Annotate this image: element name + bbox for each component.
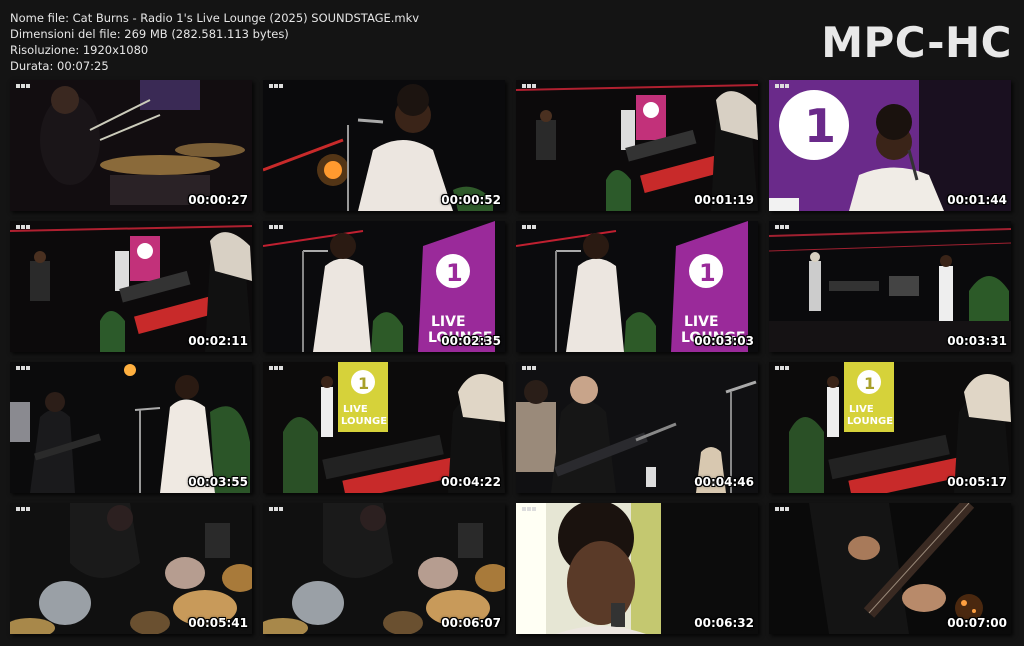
video-thumbnail: 00:06:32 [516,503,758,634]
thumbnail-timestamp: 00:02:35 [441,334,501,348]
bbc-logo-icon [16,225,30,229]
video-thumbnail: 1 LIVE LOUNGE 00:03:03 [516,221,758,352]
thumbnail-timestamp: 00:07:00 [947,616,1007,630]
thumbnail-frame-image [516,362,758,493]
thumbnail-timestamp: 00:05:41 [188,616,248,630]
video-thumbnail: 00:06:07 [263,503,505,634]
svg-text:LIVE: LIVE [431,314,466,330]
thumbnail-timestamp: 00:05:17 [947,475,1007,489]
thumbnail-frame-image [10,221,252,352]
thumbnail-frame-image [769,221,1011,352]
video-thumbnail: 00:02:11 [10,221,252,352]
bbc-logo-icon [16,84,30,88]
svg-text:1: 1 [358,374,369,393]
video-thumbnail: 1 LIVE LOUNGE 00:05:17 [769,362,1011,493]
video-thumbnail: 00:03:55 [10,362,252,493]
thumbnail-frame-image [10,362,252,493]
duration-text: Durata: 00:07:25 [10,59,109,73]
thumbnail-frame-image [263,80,505,211]
thumbnail-frame-image [263,503,505,634]
bbc-logo-icon [269,366,283,370]
thumbnail-grid: 00:00:27 00:00:52 00:01:19 1 00:01:44 00… [10,80,1013,634]
resolution-text: Risoluzione: 1920x1080 [10,43,149,57]
svg-text:LIVE: LIVE [684,314,719,330]
bbc-logo-icon [775,507,789,511]
thumbnail-timestamp: 00:03:31 [947,334,1007,348]
file-name-text: Nome file: Cat Burns - Radio 1's Live Lo… [10,11,420,25]
thumbnail-frame-image [10,80,252,211]
file-info-panel: Nome file: Cat Burns - Radio 1's Live Lo… [10,10,419,74]
thumbnail-timestamp: 00:00:27 [188,193,248,207]
bbc-logo-icon [775,225,789,229]
video-thumbnail: 00:03:31 [769,221,1011,352]
svg-text:LOUNGE: LOUNGE [341,416,387,427]
thumbnail-frame-image [769,503,1011,634]
svg-text:1: 1 [699,259,716,287]
thumbnail-frame-image: 1 LIVE LOUNGE [263,362,505,493]
thumbnail-timestamp: 00:02:11 [188,334,248,348]
thumbnail-timestamp: 00:01:19 [694,193,754,207]
thumbnail-timestamp: 00:06:32 [694,616,754,630]
svg-text:1: 1 [446,259,463,287]
thumbnail-timestamp: 00:00:52 [441,193,501,207]
bbc-logo-icon [269,84,283,88]
video-thumbnail: 00:04:46 [516,362,758,493]
thumbnail-timestamp: 00:04:46 [694,475,754,489]
svg-text:LOUNGE: LOUNGE [847,416,893,427]
video-thumbnail: 1 LIVE LOUNGE 00:04:22 [263,362,505,493]
thumbnail-frame-image: 1 LIVE LOUNGE [769,362,1011,493]
svg-text:LIVE: LIVE [849,404,874,415]
bbc-logo-icon [269,507,283,511]
bbc-logo-icon [522,366,536,370]
thumbnail-frame-image: 1 [769,80,1011,211]
thumbnail-frame-image [10,503,252,634]
svg-text:LIVE: LIVE [343,404,368,415]
thumbnail-timestamp: 00:03:55 [188,475,248,489]
thumbnail-frame-image: 1 LIVE LOUNGE [263,221,505,352]
bbc-logo-icon [775,84,789,88]
bbc-logo-icon [269,225,283,229]
video-thumbnail: 00:00:27 [10,80,252,211]
svg-text:1: 1 [864,374,875,393]
bbc-logo-icon [522,225,536,229]
video-thumbnail: 00:01:19 [516,80,758,211]
thumbnail-timestamp: 00:01:44 [947,193,1007,207]
bbc-logo-icon [522,84,536,88]
video-thumbnail: 1 LIVE LOUNGE 00:02:35 [263,221,505,352]
video-thumbnail: 00:05:41 [10,503,252,634]
thumbnail-frame-image: 1 LIVE LOUNGE [516,221,758,352]
video-thumbnail: 00:00:52 [263,80,505,211]
bbc-logo-icon [522,507,536,511]
thumbnail-frame-image [516,503,758,634]
video-thumbnail: 1 00:01:44 [769,80,1011,211]
bbc-logo-icon [16,507,30,511]
thumbnail-timestamp: 00:06:07 [441,616,501,630]
mpc-hc-logo: MPC-HC [821,18,1012,67]
thumbnail-timestamp: 00:03:03 [694,334,754,348]
thumbnail-frame-image [516,80,758,211]
bbc-logo-icon [775,366,789,370]
svg-text:1: 1 [804,99,836,153]
thumbnail-timestamp: 00:04:22 [441,475,501,489]
video-thumbnail: 00:07:00 [769,503,1011,634]
bbc-logo-icon [16,366,30,370]
file-size-text: Dimensioni del file: 269 MB (282.581.113… [10,27,289,41]
